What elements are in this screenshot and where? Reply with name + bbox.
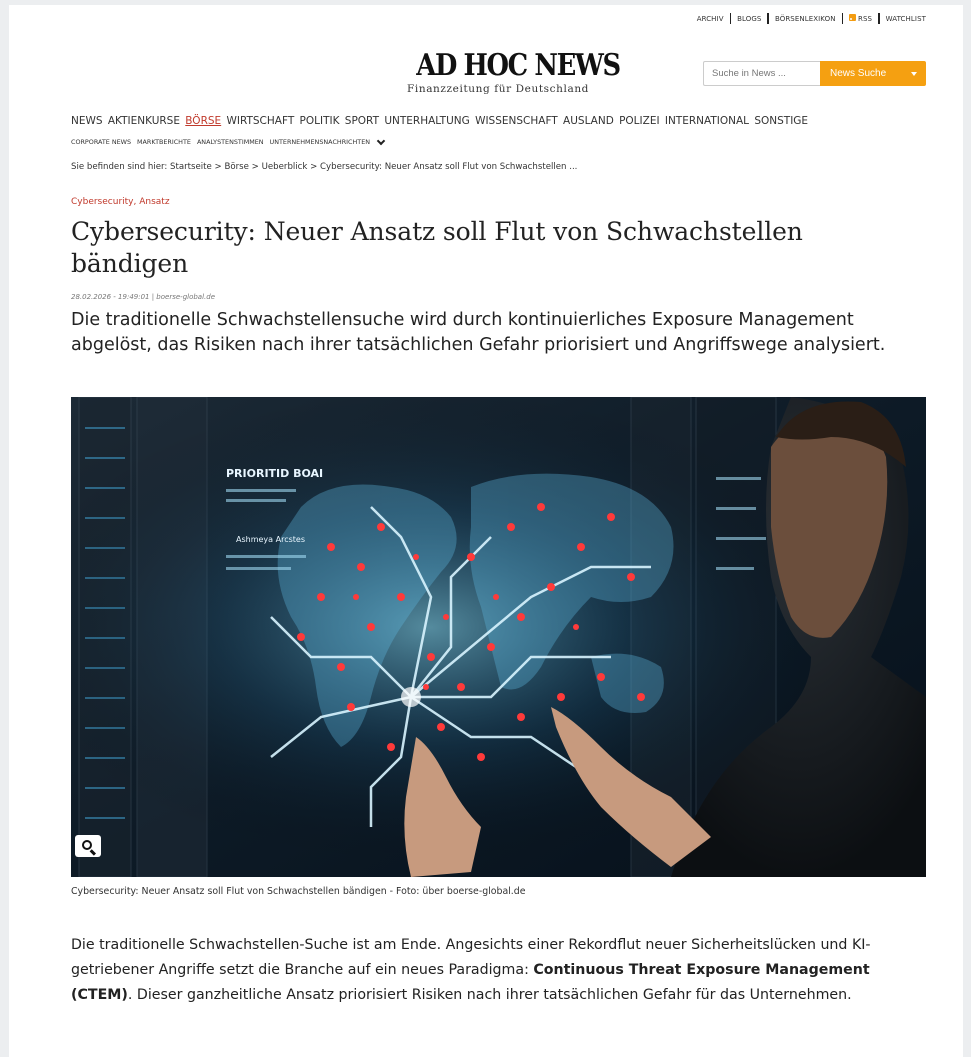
caret-down-icon[interactable] <box>911 72 917 76</box>
site-logo[interactable]: AD HOC NEWS Finanzzeitung für Deutschlan… <box>403 48 621 96</box>
rss-icon <box>849 14 857 21</box>
image-overlay-text: PRIORITID BOAI <box>226 467 323 480</box>
nav-item-unterhaltung[interactable]: UNTERHALTUNG <box>384 115 469 127</box>
link-archiv[interactable]: ARCHIV <box>697 15 724 23</box>
nav-item-polizei[interactable]: POLIZEI <box>619 115 659 127</box>
logo-title: AD HOC NEWS <box>416 48 621 83</box>
nav-item-boerse[interactable]: BÖRSE <box>185 115 221 127</box>
search-button-label: News Suche <box>830 68 887 79</box>
subnav-item-analystenstimmen[interactable]: ANALYSTENSTIMMEN <box>197 138 264 146</box>
magnifier-icon <box>81 839 92 850</box>
breadcrumb[interactable]: Sie befinden sind hier: Startseite > Bör… <box>71 162 577 172</box>
nav-item-sonstige[interactable]: SONSTIGE <box>754 115 808 127</box>
subnav-item-marktberichte[interactable]: MARKTBERICHTE <box>137 138 191 146</box>
nav-item-politik[interactable]: POLITIK <box>300 115 340 127</box>
nav-item-wirtschaft[interactable]: WIRTSCHAFT <box>226 115 294 127</box>
link-blogs[interactable]: BLOGS <box>737 15 761 23</box>
logo-tagline: Finanzzeitung für Deutschland <box>406 83 590 95</box>
link-rss[interactable]: RSS <box>849 14 872 23</box>
image-overlay-text: Ashmeya Arcstes <box>236 535 305 544</box>
rss-label: RSS <box>858 15 873 23</box>
body-text: . Dieser ganzheitliche Ansatz priorisier… <box>127 987 852 1003</box>
article-title: Cybersecurity: Neuer Ansatz soll Flut vo… <box>71 217 803 278</box>
search-box: Suche in News ... News Suche <box>703 61 926 86</box>
article-image[interactable]: PRIORITID BOAI Ashmeya Arcstes <box>71 397 926 877</box>
main-nav: NEWS AKTIENKURSE BÖRSE WIRTSCHAFT POLITI… <box>71 115 813 127</box>
tag-link[interactable]: Ansatz <box>139 197 169 207</box>
top-links: ARCHIV BLOGS BÖRSENLEXIKON RSS WATCHLIST <box>697 13 926 24</box>
subnav-item-corporate-news[interactable]: CORPORATE NEWS <box>71 138 131 146</box>
separator <box>841 13 844 24</box>
zoom-button[interactable] <box>75 835 101 857</box>
hero-illustration: PRIORITID BOAI Ashmeya Arcstes <box>71 397 926 877</box>
tag-link[interactable]: Cybersecurity <box>71 197 134 207</box>
separator <box>878 13 880 24</box>
article-body: Die traditionelle Schwachstellen-Suche i… <box>71 933 931 1008</box>
nav-item-wissenschaft[interactable]: WISSENSCHAFT <box>475 115 558 127</box>
nav-item-aktienkurse[interactable]: AKTIENKURSE <box>108 115 180 127</box>
article-meta: 28.02.2026 - 19:49:01 | boerse-global.de <box>71 293 216 301</box>
page: ARCHIV BLOGS BÖRSENLEXIKON RSS WATCHLIST… <box>9 5 963 1057</box>
link-watchlist[interactable]: WATCHLIST <box>886 15 926 23</box>
chevron-down-icon[interactable] <box>376 136 386 145</box>
nav-item-sport[interactable]: SPORT <box>345 115 379 127</box>
nav-item-international[interactable]: INTERNATIONAL <box>665 115 749 127</box>
separator <box>767 13 769 24</box>
article-tags: Cybersecurity, Ansatz <box>71 197 170 207</box>
separator <box>729 13 732 24</box>
subnav-item-unternehmensnachrichten[interactable]: UNTERNEHMENSNACHRICHTEN <box>270 138 370 146</box>
news-search-button[interactable]: News Suche <box>820 61 926 86</box>
nav-item-news[interactable]: NEWS <box>71 115 103 127</box>
image-caption: Cybersecurity: Neuer Ansatz soll Flut vo… <box>71 886 526 897</box>
search-input[interactable]: Suche in News ... <box>703 61 820 86</box>
link-boersenlexikon[interactable]: BÖRSENLEXIKON <box>775 15 836 23</box>
nav-item-ausland[interactable]: AUSLAND <box>563 115 614 127</box>
article-lead: Die traditionelle Schwachstellensuche wi… <box>71 310 886 355</box>
sub-nav: CORPORATE NEWS MARKTBERICHTE ANALYSTENST… <box>71 136 390 146</box>
